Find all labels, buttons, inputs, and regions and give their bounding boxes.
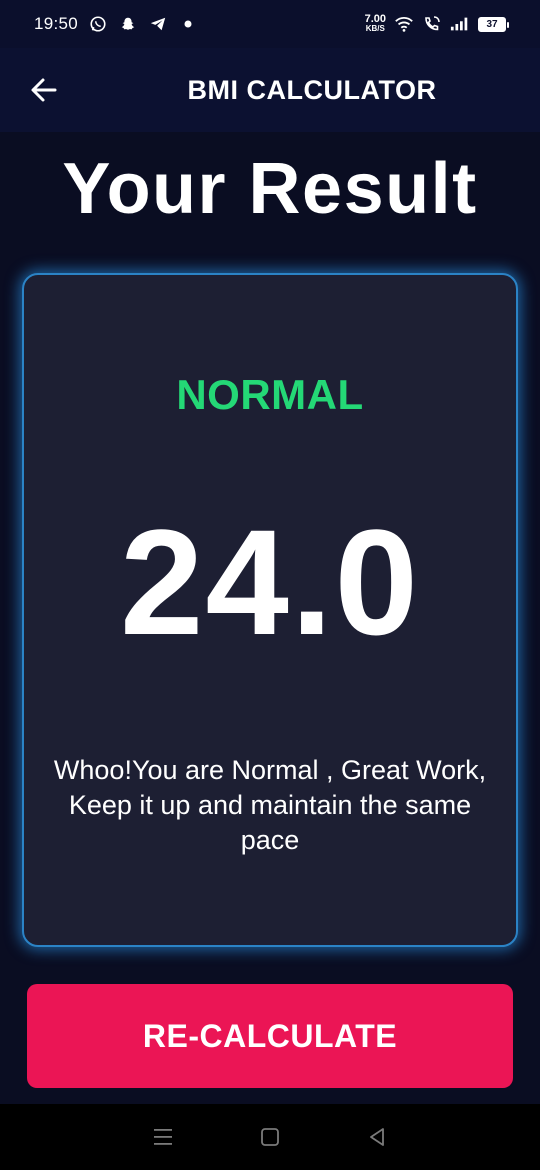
wifi-calling-icon xyxy=(422,14,442,34)
status-bar: 19:50 7.00 KB/S 37 xyxy=(0,0,540,48)
bmi-value: 24.0 xyxy=(120,498,420,666)
net-speed: 7.00 KB/S xyxy=(364,13,386,34)
net-speed-unit: KB/S xyxy=(365,24,385,33)
snapchat-icon xyxy=(118,14,138,34)
bmi-status-label: NORMAL xyxy=(176,371,364,418)
recalculate-button[interactable]: RE-CALCULATE xyxy=(27,984,513,1088)
signal-icon xyxy=(450,14,470,34)
triangle-back-icon xyxy=(369,1128,384,1146)
home-button[interactable] xyxy=(246,1113,294,1161)
bmi-message: Whoo!You are Normal , Great Work, Keep i… xyxy=(53,755,487,855)
screen: 19:50 7.00 KB/S 37 BMI CALCULATOR Your R… xyxy=(0,0,540,1170)
app-bar: BMI CALCULATOR xyxy=(0,48,540,132)
result-card: NORMAL 24.0 Whoo!You are Normal , Great … xyxy=(22,273,518,947)
status-right: 7.00 KB/S 37 xyxy=(364,13,509,34)
whatsapp-icon xyxy=(88,14,108,34)
back-nav-button[interactable] xyxy=(353,1113,401,1161)
menu-lines-icon xyxy=(154,1129,173,1145)
app-title: BMI CALCULATOR xyxy=(187,74,437,105)
telegram-icon xyxy=(148,14,168,34)
status-left: 19:50 xyxy=(34,14,198,34)
battery-icon: 37 xyxy=(478,16,509,32)
navigation-bar xyxy=(0,1104,540,1170)
status-time: 19:50 xyxy=(34,14,79,33)
page-title: Your Result xyxy=(62,149,478,229)
square-icon xyxy=(261,1128,279,1146)
dot-icon xyxy=(178,14,198,34)
net-speed-value: 7.00 xyxy=(364,13,386,25)
wifi-icon xyxy=(394,14,414,34)
recent-apps-button[interactable] xyxy=(139,1113,187,1161)
